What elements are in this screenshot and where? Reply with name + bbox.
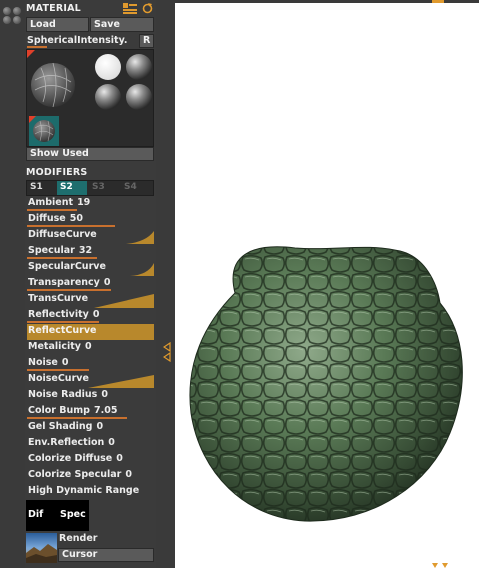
render-thumbnail[interactable] — [26, 533, 57, 563]
specular-curve[interactable]: SpecularCurve — [27, 260, 154, 276]
env-reflection-slider[interactable]: Env.Reflection 0 — [27, 436, 154, 452]
sphere-material-thumb[interactable] — [126, 54, 152, 80]
tab-s3[interactable]: S3 — [89, 181, 119, 195]
flat-material-thumb[interactable] — [95, 54, 121, 80]
cursor-button[interactable]: Cursor — [58, 548, 154, 562]
diffuse-curve[interactable]: DiffuseCurve — [27, 228, 154, 244]
dock-dot-icon[interactable] — [3, 7, 11, 15]
modifiers-title: MODIFIERS — [26, 167, 88, 178]
ambient-level-bar — [27, 209, 77, 211]
noise-underline — [27, 369, 89, 371]
high-dynamic-range-slider[interactable]: High Dynamic Range — [27, 484, 154, 500]
canvas-viewport[interactable] — [175, 3, 479, 568]
metalicity-slider[interactable]: Metalicity 0 — [27, 340, 154, 356]
load-button[interactable]: Load — [26, 17, 89, 32]
colorize-diffuse-slider[interactable]: Colorize Diffuse 0 — [27, 452, 154, 468]
noise-curve[interactable]: NoiseCurve — [27, 372, 154, 388]
show-used-button[interactable]: Show Used — [26, 147, 154, 161]
gel-shading-slider[interactable]: Gel Shading 0 — [27, 420, 154, 436]
refresh-icon[interactable] — [142, 3, 153, 14]
left-gutter — [0, 0, 25, 568]
noise-curve-graph[interactable] — [88, 373, 154, 388]
diffuse-curve-graph[interactable] — [126, 229, 154, 244]
reflect-curve[interactable]: ReflectCurve — [27, 324, 154, 340]
dock-dot-icon[interactable] — [13, 7, 21, 15]
material-palette — [26, 49, 154, 147]
tab-s1[interactable]: S1 — [27, 181, 57, 195]
sphere-material-thumb-3[interactable] — [126, 84, 152, 110]
save-button[interactable]: Save — [90, 17, 154, 32]
noise-radius-slider[interactable]: Noise Radius 0 — [27, 388, 154, 404]
reflectivity-underline — [27, 321, 99, 323]
trans-curve[interactable]: TransCurve — [27, 292, 154, 308]
tab-s2[interactable]: S2 — [57, 181, 87, 195]
dif-swatch[interactable]: Dif — [26, 501, 56, 531]
sculpt-model[interactable] — [175, 3, 479, 568]
colorize-specular-slider[interactable]: Colorize Specular 0 — [27, 468, 154, 484]
render-label[interactable]: Render — [59, 533, 97, 544]
dock-dot-icon[interactable] — [3, 16, 11, 24]
dock-dot-icon[interactable] — [13, 16, 21, 24]
bottom-edge-marker — [432, 563, 448, 568]
material-thumbnails — [27, 50, 152, 146]
collapse-arrow-icon[interactable] — [163, 342, 173, 362]
name-underline — [27, 46, 47, 48]
color-bump-level-bar — [27, 417, 127, 419]
material-title: MATERIAL — [26, 3, 81, 14]
spec-swatch[interactable]: Spec — [58, 501, 89, 531]
menu-list-icon[interactable] — [123, 3, 137, 14]
reset-button[interactable]: R — [139, 34, 154, 48]
diffuse-level-bar — [27, 225, 115, 227]
trans-curve-graph[interactable] — [94, 293, 154, 308]
specular-level-bar — [27, 257, 97, 259]
specular-curve-graph[interactable] — [126, 261, 154, 276]
transparency-underline — [27, 289, 111, 291]
tab-s4[interactable]: S4 — [121, 181, 151, 195]
sphere-material-thumb-2[interactable] — [95, 84, 121, 110]
material-panel: MATERIAL Load Save SphericalIntensity. R — [25, 0, 156, 568]
